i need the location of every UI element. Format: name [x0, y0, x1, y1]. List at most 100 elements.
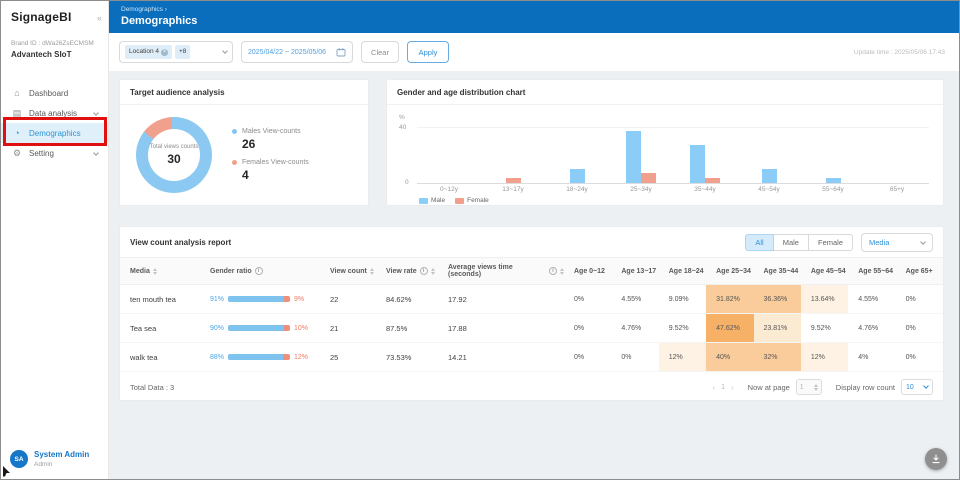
column-header-gender-ratio[interactable]: Gender ratio — [200, 258, 320, 284]
x-tick-label: 45~54y — [737, 186, 801, 193]
y-axis-unit: % — [399, 114, 405, 121]
info-icon[interactable] — [255, 267, 263, 275]
column-header-view-count[interactable]: View count — [320, 258, 376, 284]
avg-time-cell: 14.21 — [438, 343, 564, 371]
sort-icon[interactable] — [153, 268, 157, 275]
caret-down — [370, 272, 374, 275]
gender-tab-male[interactable]: Male — [773, 234, 809, 251]
gender-ratio-bar — [228, 296, 290, 302]
female-percent: 9% — [294, 296, 304, 303]
next-page-button[interactable]: › — [731, 383, 734, 392]
male-bar — [228, 296, 284, 302]
gender-ratio-cell: 90%10% — [200, 314, 320, 342]
male-bar — [626, 131, 641, 183]
column-label: Age 55~64 — [858, 268, 893, 275]
age-percent-cell: 13.64% — [801, 285, 848, 313]
column-header-media[interactable]: Media — [120, 258, 200, 284]
legend-value: 26 — [242, 137, 309, 151]
download-button[interactable] — [925, 448, 947, 470]
prev-page-button[interactable]: ‹ — [712, 383, 715, 392]
legend-entry: Females View-counts4 — [232, 159, 309, 182]
column-header-average-views-time-seconds[interactable]: Average views time (seconds) — [438, 258, 564, 284]
x-tick-label: 18~24y — [545, 186, 609, 193]
female-bar — [284, 296, 290, 302]
location-extra-tag[interactable]: +8 — [175, 45, 190, 59]
column-header-age-25-34[interactable]: Age 25~34 — [706, 258, 753, 284]
legend-dot — [232, 160, 237, 165]
app-window: SignageBI « Brand ID : dWa26ZsECMSM Adva… — [0, 0, 960, 480]
column-header-age-18-24[interactable]: Age 18~24 — [659, 258, 706, 284]
age-percent-cell: 40% — [706, 343, 753, 371]
male-bar — [762, 169, 777, 183]
avg-time-cell: 17.88 — [438, 314, 564, 342]
gender-ratio-bar — [228, 354, 290, 360]
user-profile[interactable]: SA System Admin Admin — [10, 450, 89, 468]
sort-icon[interactable] — [431, 268, 435, 275]
age-percent-cell: 0% — [564, 314, 611, 342]
target-audience-card: Target audience analysis Total views cou… — [119, 79, 369, 206]
page-input[interactable]: 1 — [796, 379, 822, 395]
info-icon[interactable] — [549, 267, 557, 275]
age-percent-cell: 36.36% — [754, 285, 801, 313]
gender-tab-all[interactable]: All — [745, 234, 773, 251]
now-at-page-label: Now at page — [748, 383, 790, 392]
sidebar-item-dashboard[interactable]: ⌂Dashboard — [1, 83, 108, 103]
caret-up — [431, 268, 435, 271]
male-bar — [228, 354, 283, 360]
caret-up — [370, 268, 374, 271]
gender-legend: Males View-counts 26 Females View-counts4 — [232, 128, 309, 182]
age-percent-cell: 47.62% — [706, 314, 753, 342]
column-header-age-13-17[interactable]: Age 13~17 — [611, 258, 658, 284]
sidebar-item-setting[interactable]: ⚙Setting — [1, 143, 108, 163]
view-rate-cell: 73.53% — [376, 343, 438, 371]
location-select[interactable]: Location 4 +8 — [119, 41, 233, 63]
media-cell: Tea sea — [120, 314, 200, 342]
gear-icon: ⚙ — [12, 148, 22, 159]
gender-filter-tabs: AllMaleFemale — [745, 234, 853, 251]
column-header-age-0-12[interactable]: Age 0~12 — [564, 258, 611, 284]
legend-line: Females View-counts — [232, 159, 309, 166]
location-tag[interactable]: Location 4 — [125, 45, 172, 59]
legend-entry: Males View-counts 26 — [232, 128, 309, 151]
column-header-age-65[interactable]: Age 65+ — [896, 258, 943, 284]
chevron-down-icon — [93, 110, 99, 116]
sort-icon[interactable] — [370, 268, 374, 275]
media-cell: walk tea — [120, 343, 200, 371]
collapse-sidebar-icon[interactable]: « — [97, 13, 102, 23]
y-tick-0: 0 — [405, 179, 409, 186]
info-icon[interactable] — [420, 267, 428, 275]
bar-group-0-12y — [417, 127, 481, 183]
media-dropdown[interactable]: Media — [861, 233, 933, 252]
column-header-age-55-64[interactable]: Age 55~64 — [848, 258, 895, 284]
clear-button[interactable]: Clear — [361, 41, 399, 63]
column-header-age-35-44[interactable]: Age 35~44 — [754, 258, 801, 284]
male-bar — [826, 178, 841, 183]
sidebar-item-data-analysis[interactable]: ▤Data analysis — [1, 103, 108, 123]
age-percent-cell: 0% — [896, 285, 943, 313]
gender-tab-female[interactable]: Female — [808, 234, 853, 251]
spinner-arrows[interactable] — [814, 384, 818, 391]
column-header-view-rate[interactable]: View rate — [376, 258, 438, 284]
gender-ratio-cell: 88%12% — [200, 343, 320, 371]
table-header-row: MediaGender ratioView countView rateAver… — [120, 257, 943, 285]
column-label: Age 65+ — [906, 268, 933, 275]
view-count-report-card: View count analysis report AllMaleFemale… — [119, 226, 944, 401]
apply-button[interactable]: Apply — [407, 41, 449, 63]
breadcrumb[interactable]: Demographics — [121, 6, 959, 13]
legend-line: Males View-counts — [232, 128, 309, 135]
total-data-label: Total Data : 3 — [130, 383, 174, 392]
page-number-button[interactable]: 1 — [721, 384, 725, 391]
table-row: walk tea88%12%2573.53%14.210%0%12%40%32%… — [120, 343, 943, 372]
close-icon[interactable] — [161, 49, 168, 56]
legend-swatch — [455, 198, 464, 204]
display-row-count-label: Display row count — [836, 383, 895, 392]
column-label: Age 0~12 — [574, 268, 605, 275]
date-range-input[interactable]: 2025/04/22 ~ 2025/05/06 — [241, 41, 353, 63]
age-percent-cell: 4% — [848, 343, 895, 371]
row-count-select[interactable]: 10 — [901, 379, 933, 395]
sidebar-item-demographics[interactable]: ◔Demographics — [1, 123, 108, 143]
age-percent-cell: 9.52% — [801, 314, 848, 342]
view-count-cell: 25 — [320, 343, 376, 371]
user-role: Admin — [34, 461, 89, 468]
column-header-age-45-54[interactable]: Age 45~54 — [801, 258, 848, 284]
